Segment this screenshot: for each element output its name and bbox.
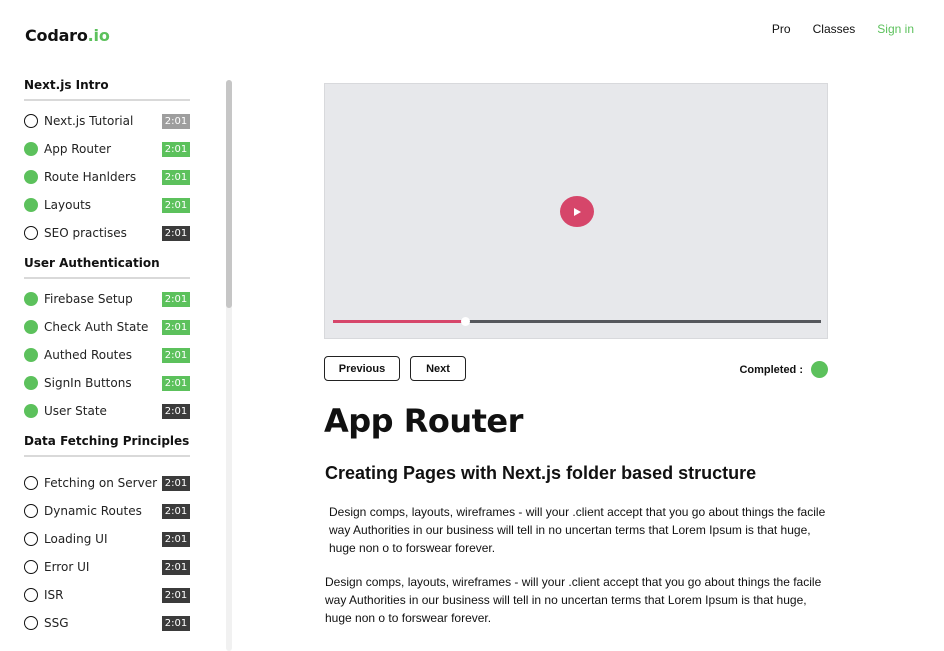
incomplete-circle-icon — [24, 560, 38, 574]
sidebar-scrollbar[interactable] — [226, 80, 232, 651]
lesson-item[interactable]: Loading UI 2:01 — [24, 530, 190, 548]
incomplete-circle-icon — [24, 476, 38, 490]
completed-circle-icon — [24, 348, 38, 362]
lesson-duration-badge: 2:01 — [162, 169, 190, 185]
lesson-duration-badge: 2:01 — [162, 587, 190, 603]
lesson-label: Loading UI — [44, 532, 108, 546]
play-button[interactable] — [560, 196, 594, 227]
incomplete-circle-icon — [24, 588, 38, 602]
section-divider — [24, 99, 190, 101]
lesson-label: Next.js Tutorial — [44, 114, 134, 128]
lesson-label: Error UI — [44, 560, 90, 574]
lesson-duration-badge: 2:01 — [162, 615, 190, 631]
logo-suffix: .io — [87, 26, 110, 45]
video-scrubber-handle[interactable] — [460, 317, 470, 326]
lesson-item[interactable]: Error UI 2:01 — [24, 558, 190, 576]
section-divider — [24, 455, 190, 457]
lesson-label: App Router — [44, 142, 112, 156]
lesson-duration-badge: 2:01 — [162, 291, 190, 307]
section-title: Data Fetching Principles — [24, 434, 190, 448]
sign-in-link[interactable]: Sign in — [877, 22, 914, 36]
incomplete-circle-icon — [24, 616, 38, 630]
lesson-duration-badge: 2:01 — [162, 375, 190, 391]
lesson-duration-badge: 2:01 — [162, 403, 190, 419]
incomplete-circle-icon — [24, 226, 38, 240]
lesson-duration-badge: 2:01 — [162, 319, 190, 335]
lesson-duration-badge: 2:01 — [162, 503, 190, 519]
lesson-item[interactable]: SSG 2:01 — [24, 614, 190, 632]
lesson-item[interactable]: Check Auth State 2:01 — [24, 318, 190, 336]
completed-label: Completed : — [739, 363, 803, 376]
lesson-label: User State — [44, 404, 107, 418]
lesson-label: Fetching on Server — [44, 476, 158, 490]
nav-classes-link[interactable]: Classes — [813, 22, 856, 36]
lesson-item[interactable]: App Router 2:01 — [24, 140, 190, 158]
lesson-item[interactable]: Fetching on Server 2:01 — [24, 474, 190, 492]
lesson-label: Check Auth State — [44, 320, 149, 334]
logo-name: Codaro — [25, 26, 88, 45]
lesson-item[interactable]: Firebase Setup 2:01 — [24, 290, 190, 308]
lesson-item[interactable]: User State 2:01 — [24, 402, 190, 420]
incomplete-circle-icon — [24, 504, 38, 518]
top-nav: Pro Classes Sign in — [772, 22, 914, 36]
lesson-item[interactable]: Next.js Tutorial 2:01 — [24, 112, 190, 130]
section-title: Next.js Intro — [24, 78, 109, 92]
completed-circle-icon — [24, 320, 38, 334]
lesson-item[interactable]: ISR 2:01 — [24, 586, 190, 604]
incomplete-circle-icon — [24, 532, 38, 546]
lesson-item[interactable]: Authed Routes 2:01 — [24, 346, 190, 364]
lesson-duration-badge: 2:01 — [162, 141, 190, 157]
lesson-label: ISR — [44, 588, 64, 602]
video-progress-fill — [333, 320, 465, 323]
lesson-item[interactable]: SignIn Buttons 2:01 — [24, 374, 190, 392]
lesson-duration-badge: 2:01 — [162, 113, 190, 129]
lesson-paragraph: Design comps, layouts, wireframes - will… — [329, 505, 826, 555]
lesson-duration-badge: 2:01 — [162, 475, 190, 491]
video-player[interactable] — [324, 83, 828, 339]
lesson-label: Dynamic Routes — [44, 504, 142, 518]
lesson-title: App Router — [324, 402, 523, 440]
lesson-subtitle: Creating Pages with Next.js folder based… — [325, 463, 757, 483]
previous-button[interactable]: Previous — [324, 356, 400, 381]
lesson-label: Firebase Setup — [44, 292, 133, 306]
section-divider — [24, 277, 190, 279]
lesson-label: Layouts — [44, 198, 92, 212]
completed-circle-icon — [24, 170, 38, 184]
course-sidebar: Next.js Intro Next.js Tutorial 2:01 App Rou… — [0, 70, 236, 651]
lesson-duration-badge: 2:01 — [162, 225, 190, 241]
completed-circle-icon — [24, 292, 38, 306]
lesson-duration-badge: 2:01 — [162, 559, 190, 575]
lesson-item[interactable]: Layouts 2:01 — [24, 196, 190, 214]
completed-circle-icon — [24, 198, 38, 212]
lesson-paragraph: Design comps, layouts, wireframes - will… — [325, 575, 822, 625]
lesson-item[interactable]: SEO practises 2:01 — [24, 224, 190, 242]
completed-circle-icon — [24, 376, 38, 390]
play-icon — [574, 207, 581, 216]
logo[interactable]: Codaro.io — [25, 26, 110, 45]
lesson-label: Route Hanlders — [44, 170, 137, 184]
lesson-item[interactable]: Route Hanlders 2:01 — [24, 168, 190, 186]
lesson-duration-badge: 2:01 — [162, 347, 190, 363]
lesson-item[interactable]: Dynamic Routes 2:01 — [24, 502, 190, 520]
lesson-duration-badge: 2:01 — [162, 531, 190, 547]
scrollbar-thumb[interactable] — [226, 80, 232, 308]
completed-toggle[interactable] — [811, 361, 828, 378]
section-title: User Authentication — [24, 256, 160, 270]
lesson-label: SignIn Buttons — [44, 376, 132, 390]
lesson-label: SEO practises — [44, 226, 127, 240]
lesson-label: Authed Routes — [44, 348, 133, 362]
nav-pro-link[interactable]: Pro — [772, 22, 791, 36]
completed-circle-icon — [24, 142, 38, 156]
next-button[interactable]: Next — [410, 356, 466, 381]
completed-status: Completed : — [739, 361, 828, 378]
video-progress-bar[interactable] — [333, 317, 821, 326]
lesson-label: SSG — [44, 616, 69, 630]
lesson-duration-badge: 2:01 — [162, 197, 190, 213]
completed-circle-icon — [24, 404, 38, 418]
incomplete-circle-icon — [24, 114, 38, 128]
